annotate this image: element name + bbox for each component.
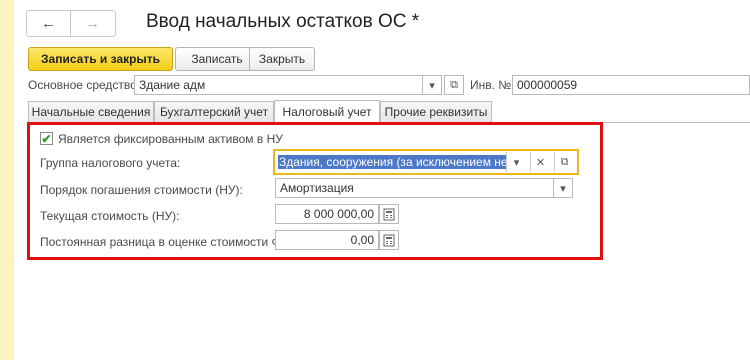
tax-group-label: Группа налогового учета: [40,156,181,170]
save-and-close-button[interactable]: Записать и закрыть [28,47,173,71]
payment-method-label: Порядок погашения стоимости (НУ): [40,183,243,197]
tax-group-value: Здания, сооружения (за исключением нефтя [278,155,506,169]
back-arrow-icon[interactable]: ← [27,11,71,36]
forward-arrow-icon[interactable]: → [71,11,114,36]
fixed-asset-checkbox[interactable]: ✔ [40,132,53,145]
permanent-difference-label: Постоянная разница в оценке стоимости ФА… [40,235,292,249]
calculator-icon[interactable] [379,230,399,250]
save-button[interactable]: Записать [175,47,259,71]
inventory-number-input[interactable]: 000000059 [512,75,750,95]
calculator-icon[interactable] [379,204,399,224]
current-cost-input[interactable]: 8 000 000,00 [275,204,379,224]
permanent-difference-input[interactable]: 0,00 [275,230,379,250]
tax-group-focus-frame: Здания, сооружения (за исключением нефтя… [273,149,579,175]
tab-other[interactable]: Прочие реквизиты [380,101,492,122]
left-panel-edge [0,0,14,360]
tab-accounting[interactable]: Бухгалтерский учет [154,101,274,122]
payment-method-select[interactable]: Амортизация [275,178,555,198]
inventory-number-label: Инв. №: [470,78,515,92]
asset-label: Основное средство: [28,78,141,92]
tax-group-input[interactable]: Здания, сооружения (за исключением нефтя [276,152,506,172]
dropdown-arrow-icon[interactable]: ▾ [422,75,442,95]
dropdown-arrow-icon[interactable]: ▾ [553,178,573,198]
dropdown-arrow-icon[interactable]: ▾ [506,152,526,172]
asset-input[interactable]: Здание адм [134,75,423,95]
highlight-frame: ✔ Является фиксированным активом в НУ Гр… [27,122,603,260]
form-window: ← → Ввод начальных остатков ОС * Записат… [14,0,750,360]
tab-general[interactable]: Начальные сведения [28,101,154,122]
checkmark-icon: ✔ [41,131,52,146]
navigation-buttons: ← → [26,10,116,37]
open-link-icon[interactable]: ⧉ [554,152,574,172]
page-title: Ввод начальных остатков ОС * [146,11,420,32]
fixed-asset-label: Является фиксированным активом в НУ [58,132,283,146]
current-cost-label: Текущая стоимость (НУ): [40,209,180,223]
close-button[interactable]: Закрыть [249,47,315,71]
tab-tax[interactable]: Налоговый учет [274,100,380,123]
clear-icon[interactable]: ✕ [530,152,550,172]
open-link-icon[interactable]: ⧉ [444,75,464,95]
